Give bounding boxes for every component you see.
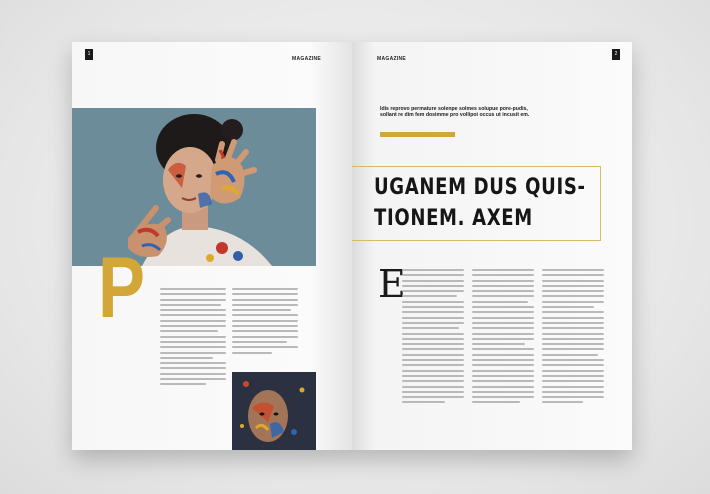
text-column-left-2	[232, 288, 298, 357]
headline-line-2: TIONEM. AXEM	[374, 206, 533, 231]
intro-paragraph: Idis reprovo permature solenpe solmes so…	[380, 106, 530, 119]
text-column-right-2	[472, 269, 534, 407]
painted-face-photo	[232, 372, 316, 450]
drop-cap-p: P	[98, 240, 146, 336]
page-number-left: 1	[85, 49, 93, 60]
page-number-right: 2	[612, 49, 620, 60]
running-head-right: MAGAZINE	[377, 56, 407, 62]
text-column-left-1	[160, 288, 226, 389]
magazine-spread: 1 MAGAZINE P MAGAZINE 2 Idis reprovo per…	[72, 42, 632, 450]
text-column-right-3	[542, 269, 604, 407]
left-page: 1 MAGAZINE P	[72, 42, 352, 450]
text-column-right-1	[402, 269, 464, 407]
headline: UGANEM DUS QUIS- TIONEM. AXEM	[374, 172, 586, 234]
running-head-left: MAGAZINE	[292, 56, 322, 62]
accent-bar	[380, 132, 455, 137]
right-page: MAGAZINE 2 Idis reprovo permature solenp…	[352, 42, 632, 450]
headline-line-1: UGANEM DUS QUIS-	[374, 175, 586, 200]
